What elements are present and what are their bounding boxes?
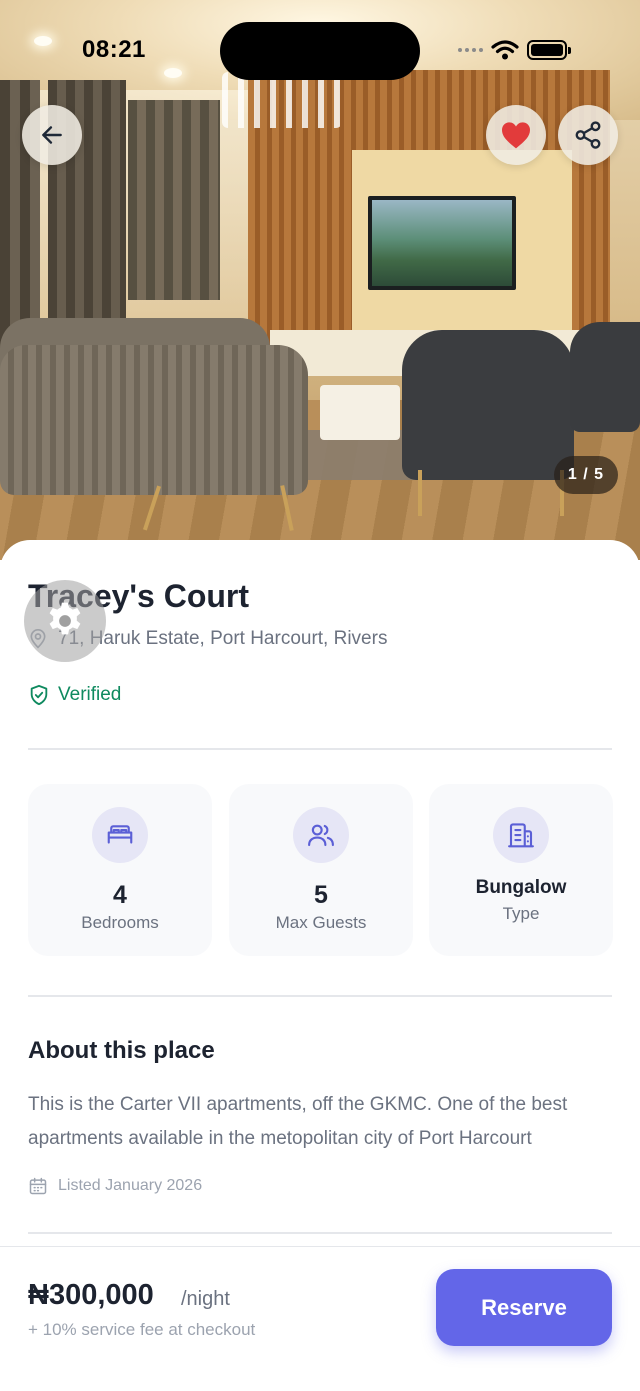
- reserve-button[interactable]: Reserve: [436, 1269, 612, 1346]
- dynamic-island: [220, 22, 420, 80]
- stat-icon-wrap: [493, 807, 549, 863]
- settings-overlay-button[interactable]: [24, 580, 106, 662]
- stat-label: Bedrooms: [81, 913, 159, 932]
- share-icon: [575, 121, 601, 149]
- stat-label: Max Guests: [275, 913, 367, 932]
- users-icon: [308, 824, 334, 847]
- price: ₦300,000: [28, 1279, 154, 1311]
- photo-curtain: [128, 100, 220, 300]
- about-heading: About this place: [28, 1037, 215, 1064]
- photo-armchair: [402, 330, 574, 480]
- shield-check-icon: [30, 684, 48, 706]
- building-icon: [508, 823, 534, 848]
- about-description: This is the Carter VII apartments, off t…: [28, 1094, 568, 1149]
- image-counter: 1 / 5: [554, 456, 618, 494]
- stat-icon-wrap: [92, 807, 148, 863]
- photo-chandelier: [222, 72, 342, 128]
- listed-date-row: Listed January 2026: [28, 1176, 202, 1196]
- verified-label: Verified: [58, 684, 122, 705]
- signal-icon: [458, 48, 483, 52]
- arrow-left-icon: [42, 126, 62, 144]
- status-time: 08:21: [82, 36, 146, 63]
- listing-address: 71, Haruk Estate, Port Harcourt, Rivers: [58, 628, 388, 649]
- stat-label: Type: [502, 904, 540, 923]
- heart-icon: [502, 122, 530, 149]
- stat-card-bedrooms: 4 Bedrooms: [28, 784, 212, 956]
- divider: [28, 748, 612, 750]
- stat-value: Bungalow: [475, 877, 567, 898]
- property-photo[interactable]: [0, 0, 640, 560]
- photo-table: [320, 385, 400, 440]
- stat-card-max-guests: 5 Max Guests: [229, 784, 413, 956]
- wifi-icon: [491, 40, 519, 60]
- photo-sofa: [0, 345, 308, 495]
- stat-value: 5: [314, 881, 328, 909]
- verified-badge: Verified: [28, 683, 121, 707]
- photo-tv: [368, 196, 516, 290]
- status-indicators: [458, 40, 571, 60]
- photo-armchair: [570, 322, 640, 432]
- divider: [28, 1232, 612, 1234]
- divider: [28, 995, 612, 997]
- battery-icon: [527, 40, 571, 60]
- photo-ceiling-light: [164, 68, 182, 78]
- bed-icon: [107, 825, 133, 844]
- stat-icon-wrap: [293, 807, 349, 863]
- gear-icon: [49, 602, 81, 635]
- share-button[interactable]: [558, 105, 618, 165]
- price-unit: /night: [181, 1288, 230, 1310]
- photo-ceiling-light: [34, 36, 52, 46]
- favorite-button[interactable]: [486, 105, 546, 165]
- photo-chair-leg: [418, 470, 422, 516]
- calendar-icon: [29, 1177, 47, 1195]
- service-fee-note: + 10% service fee at checkout: [28, 1320, 256, 1339]
- stat-value: 4: [113, 881, 127, 909]
- listed-date: Listed January 2026: [58, 1177, 203, 1194]
- back-button[interactable]: [22, 105, 82, 165]
- stat-card-type: Bungalow Type: [429, 784, 613, 956]
